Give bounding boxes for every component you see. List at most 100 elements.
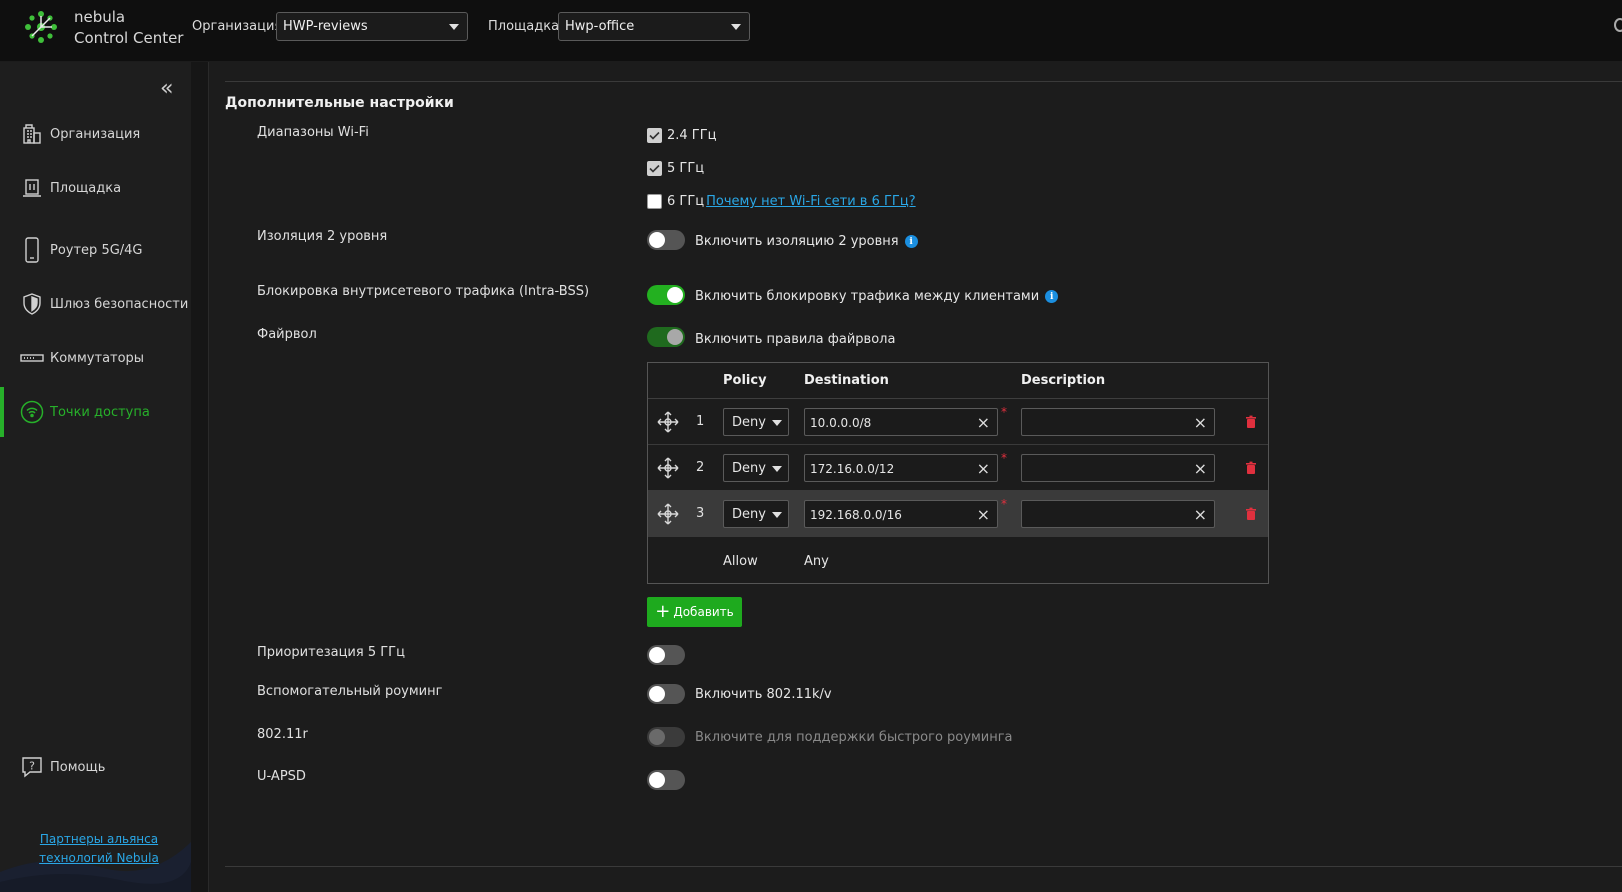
delete-icon[interactable] bbox=[1244, 461, 1258, 475]
wifi-bands-label: Диапазоны Wi-Fi bbox=[257, 125, 369, 140]
intra-bss-toggle-label: Включить блокировку трафика между клиент… bbox=[695, 289, 1059, 304]
destination-value: 172.16.0.0/12 bbox=[810, 462, 895, 476]
destination-value: 10.0.0.0/8 bbox=[810, 416, 872, 430]
toggle-knob bbox=[649, 232, 665, 248]
switch-icon bbox=[20, 346, 44, 370]
clear-icon[interactable]: × bbox=[1194, 505, 1207, 524]
site-select[interactable]: Hwp-office bbox=[558, 12, 750, 41]
org-select[interactable]: HWP-reviews bbox=[276, 12, 468, 41]
table-row: 2 Deny 172.16.0.0/12 × * × bbox=[648, 445, 1268, 491]
description-input[interactable]: × bbox=[1021, 454, 1215, 482]
sidebar-item-mobile-router[interactable]: Роутер 5G/4G bbox=[0, 223, 191, 277]
shield-icon bbox=[20, 292, 44, 316]
destination-input[interactable]: 10.0.0.0/8 × bbox=[804, 408, 998, 436]
l2-isolation-toggle[interactable] bbox=[647, 230, 685, 250]
description-input[interactable]: × bbox=[1021, 500, 1215, 528]
add-rule-button[interactable]: + Добавить bbox=[647, 597, 742, 627]
rule-index: 1 bbox=[696, 414, 705, 429]
assisted-roaming-toggle[interactable] bbox=[647, 684, 685, 704]
band-steering-label: Приоритезация 5 ГГц bbox=[257, 645, 405, 660]
caret-down-icon bbox=[772, 420, 782, 426]
site-icon bbox=[20, 176, 44, 200]
clear-icon[interactable]: × bbox=[1194, 413, 1207, 432]
intra-bss-toggle-text: Включить блокировку трафика между клиент… bbox=[695, 289, 1040, 304]
l2-isolation-toggle-text: Включить изоляцию 2 уровня bbox=[695, 234, 899, 249]
default-policy: Allow bbox=[723, 554, 758, 569]
sidebar-item-access-points[interactable]: Точки доступа bbox=[0, 385, 191, 439]
band-steering-toggle[interactable] bbox=[647, 645, 685, 665]
fast-roaming-toggle-label: Включите для поддержки быстрого роуминга bbox=[695, 730, 1013, 745]
divider bbox=[225, 81, 1622, 82]
destination-input[interactable]: 172.16.0.0/12 × bbox=[804, 454, 998, 482]
intra-bss-toggle[interactable] bbox=[647, 285, 685, 305]
brand-name: nebula Control Center bbox=[74, 7, 183, 49]
checkbox-unchecked-icon bbox=[647, 194, 662, 209]
drag-handle-icon[interactable] bbox=[656, 502, 680, 526]
band-6-label: 6 ГГц bbox=[667, 194, 705, 209]
add-rule-label: Добавить bbox=[673, 605, 734, 619]
uapsd-toggle[interactable] bbox=[647, 770, 685, 790]
assisted-roaming-toggle-text: Включить 802.11k/v bbox=[695, 687, 832, 702]
default-rule-row: Allow Any bbox=[648, 537, 1268, 583]
fast-roaming-label: 802.11r bbox=[257, 727, 308, 742]
wifi-ap-icon bbox=[20, 400, 44, 424]
drag-handle-icon[interactable] bbox=[656, 410, 680, 434]
toggle-knob bbox=[667, 287, 683, 303]
sidebar-item-label: Площадка bbox=[50, 180, 122, 196]
sidebar-item-label: Роутер 5G/4G bbox=[50, 242, 143, 258]
delete-icon[interactable] bbox=[1244, 507, 1258, 521]
divider bbox=[225, 866, 1622, 867]
band-6-help-link[interactable]: Почему нет Wi-Fi сети в 6 ГГц? bbox=[706, 194, 916, 209]
default-destination: Any bbox=[804, 554, 829, 569]
account-icon[interactable] bbox=[1614, 18, 1622, 32]
table-header: Policy Destination Description bbox=[648, 363, 1268, 399]
sidebar: ‹‹ Организация Площадка Роутер 5G/4G Шлю… bbox=[0, 62, 191, 892]
intra-bss-label: Блокировка внутрисетевого трафика (Intra… bbox=[257, 284, 590, 299]
column-policy: Policy bbox=[723, 373, 767, 388]
sidebar-item-help[interactable]: ? Помощь bbox=[0, 740, 191, 794]
fast-roaming-toggle[interactable] bbox=[647, 727, 685, 747]
description-input[interactable]: × bbox=[1021, 408, 1215, 436]
caret-down-icon bbox=[772, 512, 782, 518]
policy-select[interactable]: Deny bbox=[723, 454, 789, 482]
info-icon[interactable]: i bbox=[1045, 290, 1059, 303]
collapse-sidebar-icon[interactable]: ‹‹ bbox=[160, 76, 173, 101]
firewall-toggle-text: Включить правила файрвола bbox=[695, 332, 896, 347]
destination-input[interactable]: 192.168.0.0/16 × bbox=[804, 500, 998, 528]
band-6-checkbox[interactable]: 6 ГГц Почему нет Wi-Fi сети в 6 ГГц? bbox=[647, 194, 916, 209]
partner-link-line2: технологий Nebula bbox=[39, 851, 159, 865]
info-icon[interactable]: i bbox=[904, 235, 918, 248]
partner-link[interactable]: Партнеры альянса технологий Nebula bbox=[34, 830, 164, 868]
assisted-roaming-toggle-label: Включить 802.11k/v bbox=[695, 687, 832, 702]
l2-isolation-label: Изоляция 2 уровня bbox=[257, 229, 388, 244]
uapsd-label: U-APSD bbox=[257, 769, 306, 784]
rule-index: 3 bbox=[696, 506, 705, 521]
sidebar-item-site[interactable]: Площадка bbox=[0, 161, 191, 215]
policy-select[interactable]: Deny bbox=[723, 500, 789, 528]
required-marker: * bbox=[1001, 405, 1007, 419]
band-5-checkbox[interactable]: 5 ГГц bbox=[647, 161, 704, 176]
drag-handle-icon[interactable] bbox=[656, 456, 680, 480]
sidebar-item-label: Организация bbox=[50, 126, 141, 142]
sidebar-item-security-gateway[interactable]: Шлюз безопасности bbox=[0, 277, 191, 331]
sidebar-item-organization[interactable]: Организация bbox=[0, 107, 191, 161]
clear-icon[interactable]: × bbox=[977, 505, 990, 524]
required-marker: * bbox=[1001, 451, 1007, 465]
toggle-knob bbox=[649, 772, 665, 788]
band-24-checkbox[interactable]: 2.4 ГГц bbox=[647, 128, 717, 143]
site-label: Площадка: bbox=[488, 19, 564, 34]
section-title: Дополнительные настройки bbox=[225, 95, 454, 111]
policy-select[interactable]: Deny bbox=[723, 408, 789, 436]
firewall-toggle[interactable] bbox=[647, 327, 685, 347]
policy-value: Deny bbox=[732, 507, 766, 522]
clear-icon[interactable]: × bbox=[1194, 459, 1207, 478]
main-content: Дополнительные настройки Диапазоны Wi-Fi… bbox=[208, 62, 1622, 892]
sidebar-item-switches[interactable]: Коммутаторы bbox=[0, 331, 191, 385]
l2-isolation-toggle-label: Включить изоляцию 2 уровня i bbox=[695, 234, 918, 249]
delete-icon[interactable] bbox=[1244, 415, 1258, 429]
sidebar-item-label: Точки доступа bbox=[50, 404, 150, 420]
column-description: Description bbox=[1021, 373, 1106, 388]
clear-icon[interactable]: × bbox=[977, 459, 990, 478]
svg-text:?: ? bbox=[29, 760, 35, 773]
clear-icon[interactable]: × bbox=[977, 413, 990, 432]
